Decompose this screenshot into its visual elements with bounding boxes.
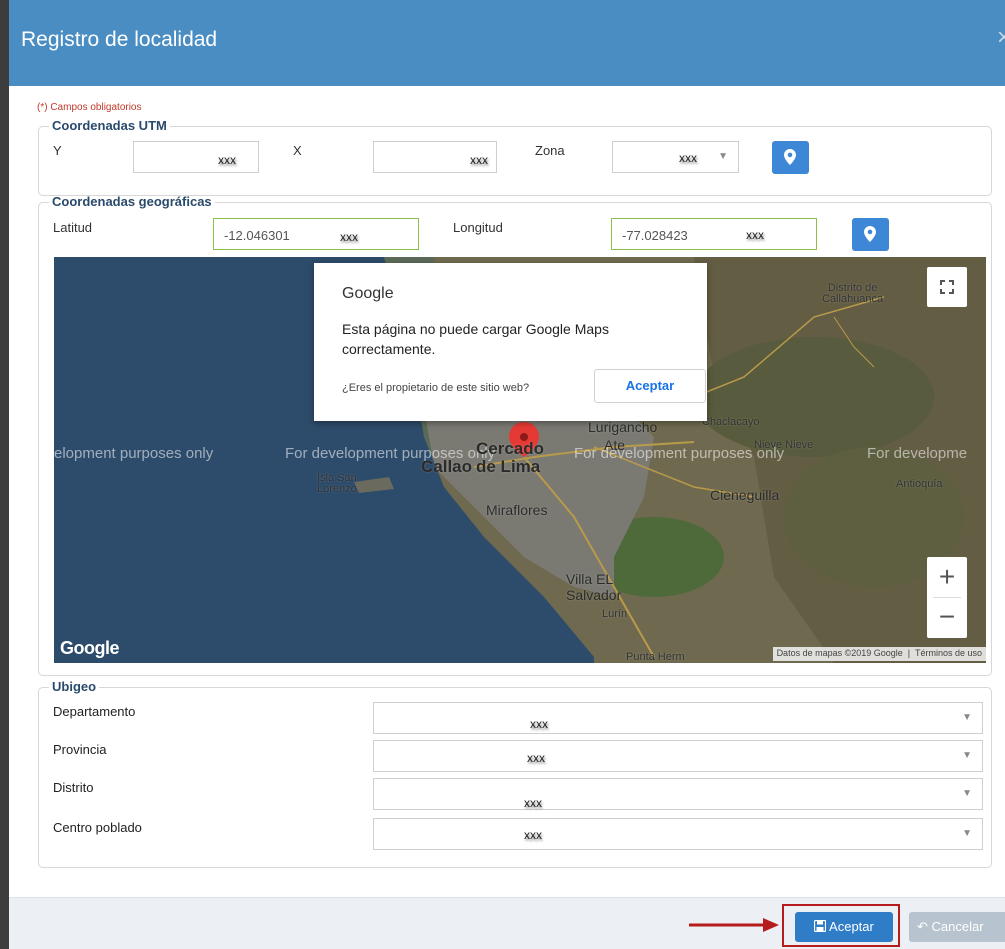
annotation-arrow-icon: [689, 918, 779, 932]
latitude-label: Latitud: [53, 220, 93, 235]
maps-error-owner-question: ¿Eres el propietario de este sitio web?: [342, 382, 530, 394]
ubigeo-legend: Ubigeo: [52, 679, 97, 694]
place-callahuanca: Distrito de Callahuanca: [822, 282, 884, 305]
masked-value: xxx: [746, 228, 764, 242]
place-nieve: Nieve Nieve: [754, 439, 814, 451]
attribution-text: Datos de mapas ©2019 Google: [776, 648, 903, 658]
accept-button-label: Aceptar: [829, 919, 874, 934]
utm-legend: Coordenadas UTM: [52, 118, 167, 133]
dialog-title: Registro de localidad: [21, 28, 218, 51]
google-logo: Google: [60, 638, 120, 658]
longitude-label: Longitud: [453, 220, 503, 235]
latitude-value: -12.046301: [224, 228, 290, 243]
place-chaclacayo: Chaclacayo: [702, 416, 760, 428]
cancel-button[interactable]: ↶ Cancelar: [909, 912, 1005, 942]
utm-x-input[interactable]: xxx: [373, 141, 497, 173]
geo-legend: Coordenadas geográficas: [52, 194, 212, 209]
modal-dialog: Registro de localidad × (*) Campos oblig…: [9, 0, 1005, 949]
chevron-down-icon: ▼: [962, 712, 972, 723]
utm-y-label: Y: [53, 143, 62, 158]
masked-value: xxx: [524, 796, 542, 810]
latitude-input[interactable]: -12.046301 xxx: [213, 218, 419, 250]
masked-value: xxx: [530, 717, 548, 731]
maps-error-title: Google: [342, 285, 394, 302]
chevron-down-icon: ▼: [962, 828, 972, 839]
close-icon[interactable]: ×: [997, 24, 1005, 52]
place-isla: Isla San Lorenzo: [317, 472, 357, 495]
chevron-down-icon: ▼: [718, 151, 728, 162]
save-icon: [814, 919, 827, 933]
departamento-select[interactable]: xxx ▼: [373, 702, 983, 734]
utm-y-input[interactable]: xxx: [133, 141, 259, 173]
masked-value: xxx: [679, 151, 697, 165]
place-lurin: Lurín: [602, 608, 628, 620]
maps-error-accept-button[interactable]: Aceptar: [594, 369, 706, 403]
utm-zona-label: Zona: [535, 143, 565, 158]
masked-value: xxx: [527, 751, 545, 765]
fullscreen-icon: [940, 280, 954, 294]
place-de-lima: de Lima: [476, 457, 541, 476]
masked-value: xxx: [218, 153, 236, 167]
place-punta: Punta Herm: [626, 651, 685, 663]
provincia-select[interactable]: xxx ▼: [373, 740, 983, 772]
place-antioquia: Antioquía: [896, 478, 943, 490]
centro-poblado-select[interactable]: xxx ▼: [373, 818, 983, 850]
dialog-header: Registro de localidad ×: [9, 0, 1005, 86]
distrito-select[interactable]: xxx ▼: [373, 778, 983, 810]
place-lurigancho: Lurigancho: [588, 419, 658, 435]
utm-x-label: X: [293, 143, 302, 158]
maps-error-message: Esta página no puede cargar Google Maps …: [342, 321, 609, 357]
dev-watermark: elopment purposes only: [54, 445, 214, 462]
masked-value: xxx: [340, 230, 358, 244]
zoom-out-button[interactable]: −: [927, 598, 967, 638]
cancel-button-label: Cancelar: [931, 919, 984, 934]
longitude-input[interactable]: -77.028423 xxx: [611, 218, 817, 250]
masked-value: xxx: [524, 828, 542, 842]
longitude-value: -77.028423: [622, 228, 688, 243]
map-attribution: Datos de mapas ©2019 Google | Términos d…: [772, 647, 986, 661]
place-callao: Callao: [421, 457, 473, 476]
centro-poblado-label: Centro poblado: [53, 820, 142, 835]
chevron-down-icon: ▼: [962, 750, 972, 761]
terms-link[interactable]: Términos de uso: [915, 648, 982, 658]
utm-locate-button[interactable]: [772, 141, 809, 174]
distrito-label: Distrito: [53, 780, 94, 795]
chevron-down-icon: ▼: [962, 788, 972, 799]
undo-icon: ↶: [917, 919, 928, 934]
accept-button[interactable]: Aceptar: [795, 912, 893, 942]
fullscreen-button[interactable]: [927, 267, 967, 307]
maps-error-dialog: Google Esta página no puede cargar Googl…: [314, 263, 707, 421]
utm-zona-select[interactable]: xxx ▼: [612, 141, 739, 173]
departamento-label: Departamento: [53, 704, 136, 719]
zoom-control: + −: [927, 557, 967, 638]
required-note: (*) Campos obligatorios: [37, 102, 142, 113]
map-pin-icon: [784, 149, 796, 165]
place-miraflores: Miraflores: [486, 502, 548, 518]
map-pin-icon: [864, 226, 876, 242]
place-villa: Villa EL Salvador: [566, 571, 622, 603]
place-ate: Ate: [604, 437, 626, 453]
masked-value: xxx: [470, 153, 488, 167]
dev-watermark: For developme: [867, 445, 968, 462]
geo-locate-button[interactable]: [852, 218, 889, 251]
map-view[interactable]: elopment purposes only For development p…: [54, 257, 986, 663]
provincia-label: Provincia: [53, 742, 107, 757]
place-cieneguilla: Cieneguilla: [710, 487, 780, 503]
zoom-in-button[interactable]: +: [927, 557, 967, 597]
window-frame: [0, 0, 9, 949]
place-cercado: Cercado: [476, 439, 545, 458]
